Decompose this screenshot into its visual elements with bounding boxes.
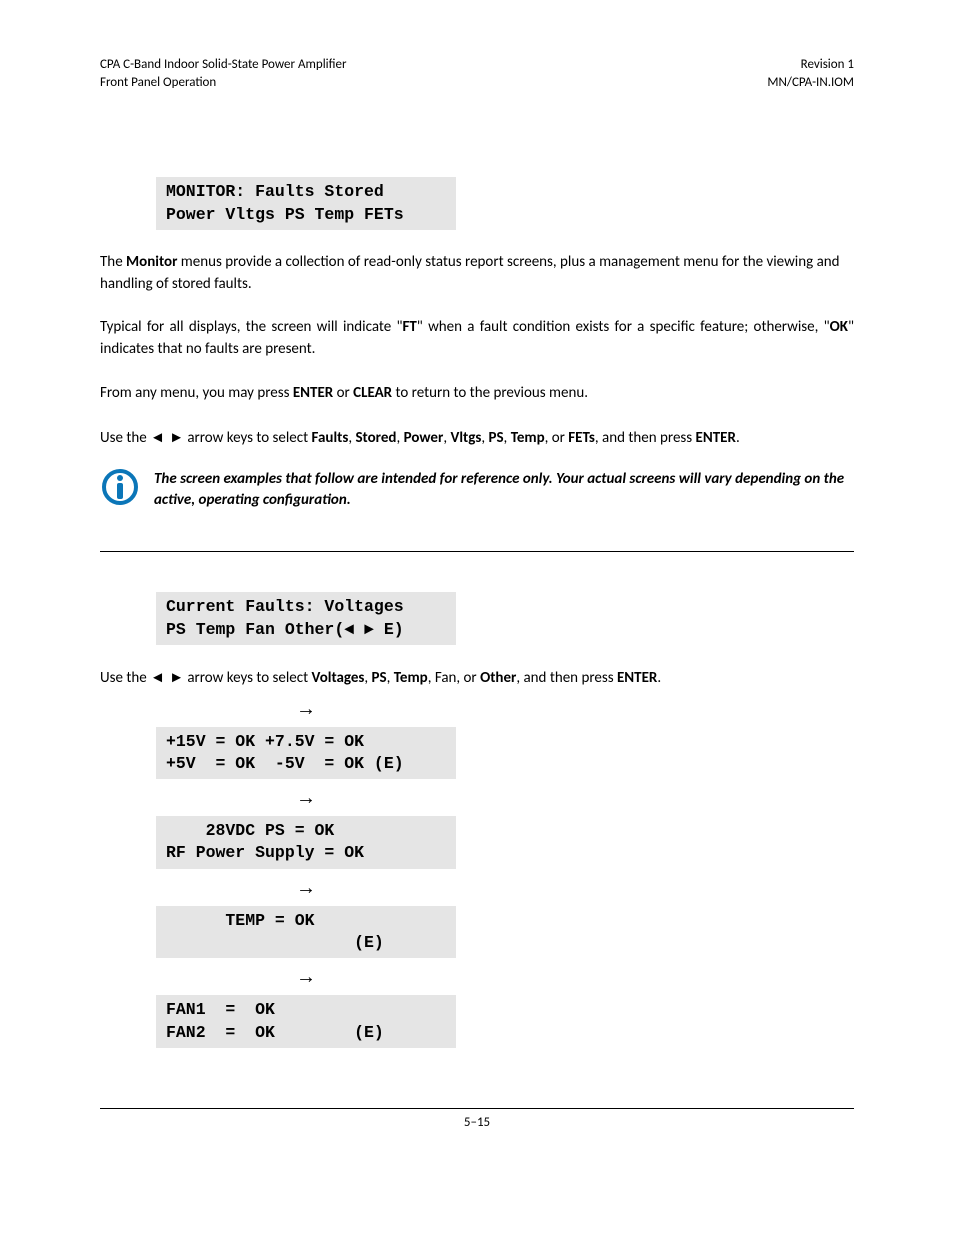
paragraph-enter-clear: From any menu, you may press ENTER or CL… <box>100 383 854 405</box>
screen5-line1: TEMP = OK <box>166 910 446 932</box>
header-right: Revision 1 MN/CPA-IN.IOM <box>767 56 854 92</box>
header-left: CPA C-Band Indoor Solid-State Power Ampl… <box>100 56 347 92</box>
current-faults-screen-block: Current Faults: VoltagesPS Temp Fan Othe… <box>156 592 456 645</box>
arrow-right-icon: → <box>156 787 456 810</box>
left-right-arrow-icon: ◄ ► <box>150 669 184 686</box>
screen2-line1: Current Faults: Voltages <box>166 596 446 618</box>
screen6-line2: FAN2 = OK (E) <box>166 1022 446 1044</box>
monitor-screen-block: MONITOR: Faults StoredPower Vltgs PS Tem… <box>156 177 456 230</box>
paragraph-ft-ok: Typical for all displays, the screen wil… <box>100 317 854 361</box>
screen4-line2: RF Power Supply = OK <box>166 842 446 864</box>
ps-screen-block: 28VDC PS = OKRF Power Supply = OK <box>156 816 456 869</box>
info-icon <box>100 467 140 507</box>
paragraph-arrow-select-2: Use the ◄ ► arrow keys to select Voltage… <box>100 667 854 690</box>
info-note-row: The screen examples that follow are inte… <box>100 467 854 511</box>
arrow-right-icon: → <box>156 966 456 989</box>
paragraph-monitor-intro: The Monitor menus provide a collection o… <box>100 252 854 296</box>
screen2-line2: PS Temp Fan Other(◄ ► E) <box>166 619 446 641</box>
page-header: CPA C-Band Indoor Solid-State Power Ampl… <box>100 56 854 92</box>
screen6-line1: FAN1 = OK <box>166 999 446 1021</box>
paragraph-arrow-select: Use the ◄ ► arrow keys to select Faults,… <box>100 427 854 450</box>
fan-screen-block: FAN1 = OKFAN2 = OK (E) <box>156 995 456 1048</box>
header-right-line2: MN/CPA-IN.IOM <box>767 74 854 92</box>
arrow-right-icon: → <box>156 877 456 900</box>
header-right-line1: Revision 1 <box>767 56 854 74</box>
screen4-line1: 28VDC PS = OK <box>166 820 446 842</box>
temp-screen-block: TEMP = OK (E) <box>156 906 456 959</box>
page-footer: 5–15 <box>100 1108 854 1130</box>
page-number: 5–15 <box>464 1115 490 1130</box>
arrow-right-icon: → <box>156 698 456 721</box>
screen1-line2: Power Vltgs PS Temp FETs <box>166 204 446 226</box>
header-left-line2: Front Panel Operation <box>100 74 347 92</box>
voltages-screen-block: +15V = OK +7.5V = OK+5V = OK -5V = OK (E… <box>156 727 456 780</box>
screen1-line1: MONITOR: Faults Stored <box>166 181 446 203</box>
screen3-line1: +15V = OK +7.5V = OK <box>166 731 446 753</box>
left-right-arrow-icon: ◄ ► <box>150 429 184 446</box>
screen3-line2: +5V = OK -5V = OK (E) <box>166 753 446 775</box>
header-left-line1: CPA C-Band Indoor Solid-State Power Ampl… <box>100 56 347 74</box>
note-text: The screen examples that follow are inte… <box>154 467 854 511</box>
section-divider <box>100 551 854 552</box>
screen5-line2: (E) <box>166 932 446 954</box>
